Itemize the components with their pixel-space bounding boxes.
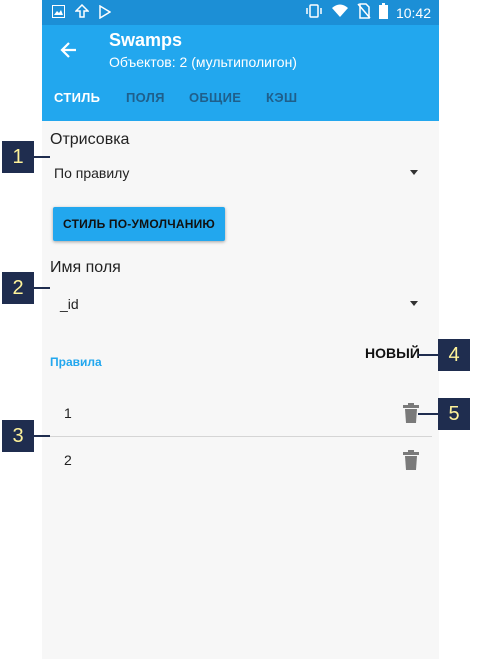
rule-row[interactable]: 1 xyxy=(50,390,432,436)
callout-line-2 xyxy=(34,287,50,289)
default-style-button[interactable]: СТИЛЬ ПО-УМОЛЧАНИЮ xyxy=(53,207,225,241)
render-select-value: По правилу xyxy=(54,165,130,181)
field-name-select[interactable]: _id xyxy=(50,288,426,320)
rules-title: Правила xyxy=(50,355,102,369)
vibrate-icon xyxy=(305,4,323,21)
tab-general[interactable]: ОБЩИЕ xyxy=(189,90,241,105)
callout-5: 5 xyxy=(438,398,470,430)
callout-4: 4 xyxy=(438,339,470,371)
tab-bar: СТИЛЬ ПОЛЯ ОБЩИЕ КЭШ xyxy=(42,88,439,112)
rule-value: 2 xyxy=(64,452,72,468)
callout-1: 1 xyxy=(2,141,34,173)
page-title: Swamps xyxy=(109,30,183,50)
field-name-label: Имя поля xyxy=(50,259,121,276)
new-rule-button[interactable]: НОВЫЙ xyxy=(365,345,420,361)
arrow-left-icon[interactable] xyxy=(58,39,80,61)
dropdown-arrow-icon xyxy=(410,170,418,175)
callout-line-4 xyxy=(418,354,438,356)
wifi-icon xyxy=(331,4,349,21)
page-subtitle: Объектов: 2 (мультиполигон) xyxy=(109,54,297,70)
battery-icon xyxy=(378,3,388,22)
callout-line-1 xyxy=(34,156,50,158)
play-store-icon xyxy=(99,4,112,24)
rule-row[interactable]: 2 xyxy=(50,437,432,483)
callout-2: 2 xyxy=(2,272,34,304)
tab-fields[interactable]: ПОЛЯ xyxy=(126,90,165,105)
rule-value: 1 xyxy=(64,405,72,421)
phone-screen: 10:42 Swamps Объектов: 2 (мультиполигон)… xyxy=(42,0,439,659)
tab-cache[interactable]: КЭШ xyxy=(266,90,297,105)
status-time: 10:42 xyxy=(395,4,431,21)
status-bar: 10:42 xyxy=(42,0,439,25)
field-name-value: _id xyxy=(60,296,79,312)
trash-icon[interactable] xyxy=(402,450,420,470)
upload-icon xyxy=(74,3,90,24)
image-icon xyxy=(52,5,65,23)
no-sim-icon xyxy=(357,3,371,22)
callout-line-5 xyxy=(418,413,438,415)
callout-line-3 xyxy=(34,435,50,437)
callout-3: 3 xyxy=(2,420,34,452)
render-select[interactable]: По правилу xyxy=(50,157,426,189)
app-bar: Swamps Объектов: 2 (мультиполигон) СТИЛЬ… xyxy=(42,25,439,121)
render-label: Отрисовка xyxy=(50,131,130,148)
dropdown-arrow-icon xyxy=(410,301,418,306)
tab-style[interactable]: СТИЛЬ xyxy=(54,90,100,105)
